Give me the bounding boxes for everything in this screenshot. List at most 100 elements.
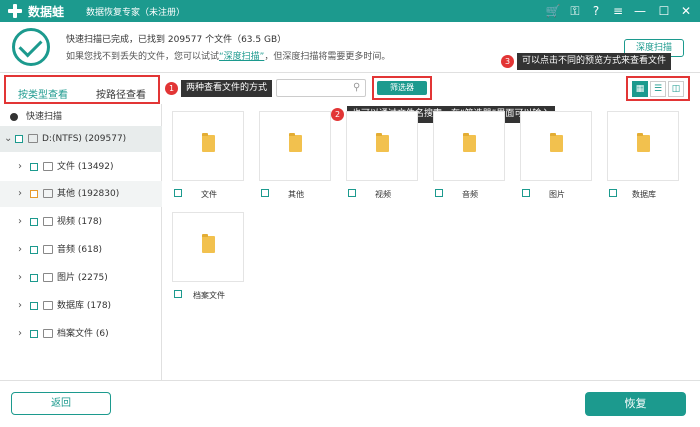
folder-icon (376, 133, 389, 152)
search-icon[interactable]: ⚲ (353, 82, 360, 93)
logo-cross-icon (8, 4, 22, 18)
drive-label: D:(NTFS) (209577) (42, 134, 127, 144)
item-checkbox[interactable] (30, 163, 38, 171)
tab-by-type[interactable]: 按类型查看 (18, 86, 68, 101)
header-divider (0, 72, 700, 73)
scan-hint: 如果您找不到丢失的文件，您可以试试“深度扫描”，但深度扫描将需要更多时间。 (66, 49, 390, 62)
folder-icon (637, 133, 650, 152)
grid-item-label: 音频 (462, 190, 478, 199)
folder-icon (550, 133, 563, 152)
list-view-icon[interactable]: ☰ (650, 81, 666, 97)
chevron-right-icon[interactable]: › (18, 209, 22, 235)
grid-item-label: 视频 (375, 190, 391, 199)
drive-checkbox[interactable] (15, 135, 23, 143)
sidebar-item-other[interactable]: › 其他 (192830) (0, 181, 162, 207)
chevron-right-icon[interactable]: › (18, 154, 22, 180)
chevron-right-icon[interactable]: › (18, 265, 22, 291)
tab-by-path[interactable]: 按路径查看 (96, 86, 146, 101)
sidebar-item-database[interactable]: › 数据库 (178) (0, 293, 162, 319)
audio-icon (43, 245, 53, 254)
quick-scan-checkbox[interactable] (10, 113, 18, 121)
annotation-2-badge: 2 (331, 108, 344, 121)
scan-status: 快速扫描已完成，已找到 209577 个文件（63.5 GB） (66, 35, 287, 45)
app-subtitle: 数据恢复专家（未注册） (86, 8, 186, 18)
preview-view-icon[interactable]: ◫ (668, 81, 684, 97)
back-button[interactable]: 返回 (11, 392, 111, 415)
title-bar: 数据蛙 数据恢复专家（未注册） 🛒 ⚿ ? ≡ — ☐ ✕ (0, 0, 700, 22)
annotation-1-badge: 1 (165, 82, 178, 95)
item-checkbox[interactable] (30, 246, 38, 254)
drive-icon (28, 134, 38, 143)
grid-view-icon[interactable]: ▦ (632, 81, 648, 97)
app-name: 数据蛙 (28, 5, 65, 19)
search-input[interactable]: ⚲ (276, 79, 366, 97)
sidebar-item-label: 档案文件 (6) (57, 329, 109, 339)
menu-icon[interactable]: ≡ (610, 3, 626, 19)
database-icon (43, 301, 53, 310)
thumbnail[interactable] (433, 111, 505, 181)
hint-prefix: 如果您找不到丢失的文件，您可以试试 (66, 52, 220, 62)
view-mode-tabs: 按类型查看 按路径查看 (4, 75, 160, 104)
item-checkbox[interactable] (30, 330, 38, 338)
chevron-down-icon[interactable]: ⌄ (4, 126, 12, 152)
folder-icon (202, 133, 215, 152)
thumbnail[interactable] (520, 111, 592, 181)
thumbnail[interactable] (172, 212, 244, 282)
close-icon[interactable]: ✕ (678, 3, 694, 19)
sidebar-item-label: 图片 (2275) (57, 273, 108, 283)
minimize-icon[interactable]: — (632, 3, 648, 19)
sidebar-item-video[interactable]: › 视频 (178) (0, 209, 162, 235)
folder-icon (463, 133, 476, 152)
view-mode-highlight: ▦ ☰ ◫ (626, 76, 690, 101)
item-checkbox[interactable] (30, 190, 38, 198)
grid-item-label: 其他 (288, 190, 304, 199)
video-icon (43, 217, 53, 226)
chevron-right-icon[interactable]: › (18, 237, 22, 263)
restore-button[interactable]: 恢复 (585, 392, 686, 416)
sidebar-item-archive[interactable]: › 档案文件 (6) (0, 321, 162, 347)
annotation-3: 可以点击不同的预览方式来查看文件 (517, 53, 672, 70)
key-icon[interactable]: ⚿ (567, 3, 583, 19)
grid-item-label: 文件 (201, 190, 217, 199)
help-icon[interactable]: ? (588, 3, 604, 19)
sidebar-item-label: 数据库 (178) (57, 301, 112, 311)
hint-suffix: ，但深度扫描将需要更多时间。 (264, 52, 391, 62)
annotation-3-badge: 3 (501, 55, 514, 68)
cart-icon[interactable]: 🛒 (545, 3, 561, 19)
item-checkbox[interactable] (30, 274, 38, 282)
thumbnail[interactable] (259, 111, 331, 181)
maximize-icon[interactable]: ☐ (656, 3, 672, 19)
thumbnail[interactable] (172, 111, 244, 181)
sidebar-item-label: 文件 (13492) (57, 162, 114, 172)
deep-scan-link[interactable]: “深度扫描” (219, 52, 264, 62)
image-icon (43, 273, 53, 282)
file-icon (43, 162, 53, 171)
folder-icon (202, 234, 215, 253)
sidebar-item-label: 视频 (178) (57, 217, 103, 227)
sidebar-item-label: 音频 (618) (57, 245, 103, 255)
archive-icon (43, 329, 53, 338)
grid-item-label: 数据库 (632, 190, 656, 199)
filter-button[interactable]: 筛选器 (377, 81, 427, 95)
item-checkbox[interactable] (30, 302, 38, 310)
grid-item-label: 图片 (549, 190, 565, 199)
sidebar-item-label: 其他 (192830) (57, 189, 120, 199)
sidebar-item-file[interactable]: › 文件 (13492) (0, 154, 162, 180)
thumbnail[interactable] (346, 111, 418, 181)
filter-highlight: 筛选器 (372, 76, 432, 100)
sidebar: 快速扫描 ⌄ D:(NTFS) (209577) › 文件 (13492) › … (0, 104, 162, 380)
grid-item-label: 档案文件 (193, 291, 225, 300)
sidebar-item-audio[interactable]: › 音频 (618) (0, 237, 162, 263)
folder-icon (289, 133, 302, 152)
thumbnail[interactable] (607, 111, 679, 181)
chevron-right-icon[interactable]: › (18, 293, 22, 319)
annotation-1: 两种查看文件的方式 (181, 80, 273, 97)
footer-divider (0, 380, 700, 381)
chevron-right-icon[interactable]: › (18, 321, 22, 347)
chevron-right-icon[interactable]: › (18, 181, 22, 207)
sidebar-drive[interactable]: ⌄ D:(NTFS) (209577) (0, 126, 162, 152)
check-circle-icon (12, 28, 50, 66)
folder-icon (43, 189, 53, 198)
sidebar-item-image[interactable]: › 图片 (2275) (0, 265, 162, 291)
item-checkbox[interactable] (30, 218, 38, 226)
